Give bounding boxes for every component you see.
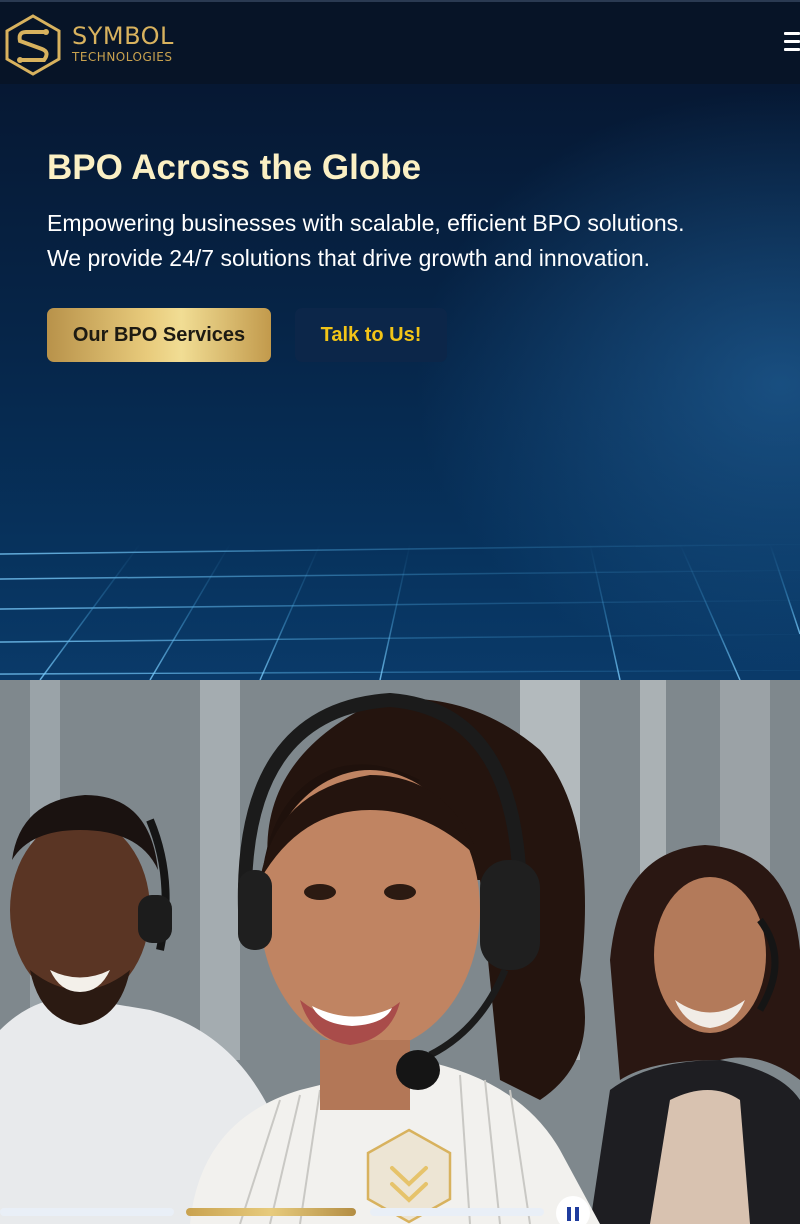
hero-title: BPO Across the Globe — [47, 148, 422, 187]
carousel-indicator-3[interactable] — [370, 1208, 544, 1216]
pause-icon[interactable] — [556, 1196, 590, 1224]
hero-subtitle: Empowering businesses with scalable, eff… — [47, 206, 787, 276]
hero-subtitle-line-2: We provide 24/7 solutions that drive gro… — [47, 245, 651, 271]
talk-to-us-button[interactable]: Talk to Us! — [295, 308, 447, 362]
hero-subtitle-line-1: Empowering businesses with scalable, eff… — [47, 210, 685, 236]
our-bpo-services-button[interactable]: Our BPO Services — [47, 308, 271, 362]
site-header: SYMBOL TECHNOLOGIES — [0, 0, 800, 84]
symbol-logo-mark-icon — [5, 14, 61, 76]
hamburger-menu-icon[interactable] — [784, 32, 800, 56]
carousel-indicator-2[interactable] — [186, 1208, 356, 1216]
carousel-indicators — [0, 1208, 560, 1218]
brand-tagline: TECHNOLOGIES — [72, 50, 173, 64]
hero-section: BPO Across the Globe Empowering business… — [0, 84, 800, 680]
carousel-indicator-1[interactable] — [0, 1208, 174, 1216]
brand-name: SYMBOL — [72, 22, 174, 50]
brand-logo[interactable]: SYMBOL TECHNOLOGIES — [4, 14, 184, 78]
hexagon-grid-background — [0, 543, 800, 680]
